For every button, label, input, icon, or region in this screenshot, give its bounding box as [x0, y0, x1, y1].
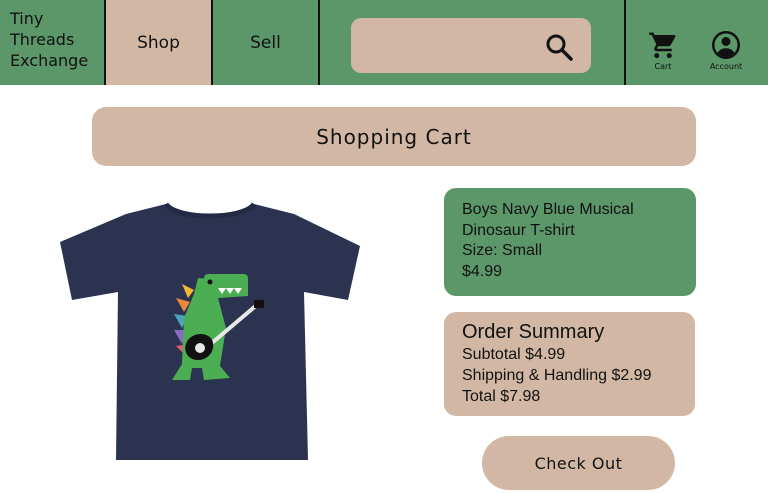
account-circle-icon	[712, 31, 740, 59]
brand-line-3: Exchange	[10, 51, 89, 70]
nav-divider	[318, 0, 320, 85]
top-nav: Tiny Threads Exchange Shop Sell Cart Acc…	[0, 0, 768, 85]
search-input[interactable]	[351, 18, 591, 73]
brand-line-1: Tiny	[10, 9, 44, 28]
search-icon[interactable]	[545, 33, 573, 61]
item-size: Size: Small	[462, 242, 543, 259]
checkout-button-label: Check Out	[534, 453, 623, 473]
item-price: $4.99	[462, 262, 503, 280]
checkout-button[interactable]: Check Out	[482, 436, 675, 490]
item-name-line1: Boys Navy Blue Musical	[462, 201, 634, 218]
nav-tab-sell-label: Sell	[250, 32, 281, 53]
summary-shipping: Shipping & Handling $2.99	[462, 367, 652, 384]
item-name-line2: Dinosaur T-shirt	[462, 221, 575, 239]
page-title: Shopping Cart	[92, 107, 696, 166]
dino-eye	[207, 279, 213, 285]
cart-label: Cart	[654, 62, 672, 71]
nav-tab-shop[interactable]: Shop	[106, 0, 211, 85]
order-summary: Order Summary Subtotal $4.99 Shipping & …	[444, 312, 695, 416]
cart-button[interactable]: Cart	[638, 30, 688, 76]
nav-tab-sell[interactable]: Sell	[213, 0, 318, 85]
brand-logo[interactable]: Tiny Threads Exchange	[0, 0, 104, 85]
guitar-headstock	[254, 300, 264, 308]
order-summary-title: Order Summary	[462, 321, 605, 343]
product-image[interactable]	[58, 198, 362, 460]
dino-head	[204, 274, 248, 296]
summary-subtotal: Subtotal $4.99	[462, 346, 566, 363]
nav-tab-shop-label: Shop	[137, 32, 180, 53]
nav-divider	[624, 0, 626, 85]
shopping-cart-icon	[649, 32, 676, 59]
guitar-detail	[195, 343, 205, 353]
brand-line-2: Threads	[10, 30, 75, 49]
summary-total: Total $7.98	[462, 388, 541, 405]
page-title-text: Shopping Cart	[316, 124, 472, 149]
cart-item-card: Boys Navy Blue Musical Dinosaur T-shirt …	[444, 188, 696, 296]
account-button[interactable]: Account	[701, 30, 751, 76]
account-label: Account	[709, 62, 743, 71]
tshirt-collar	[163, 202, 257, 219]
